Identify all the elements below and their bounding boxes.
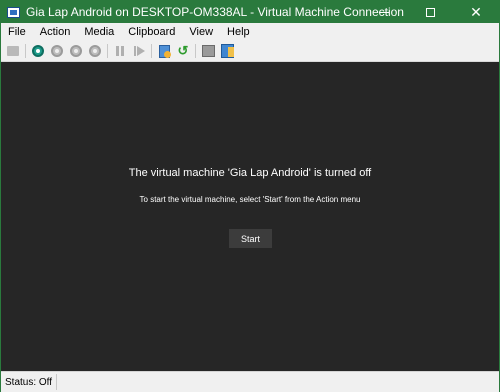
status-divider — [56, 374, 58, 390]
turn-off-button[interactable] — [49, 43, 65, 59]
close-icon: ✕ — [470, 3, 482, 20]
menu-media[interactable]: Media — [77, 23, 121, 41]
resume-button[interactable] — [131, 43, 147, 59]
checkpoint-button[interactable] — [156, 43, 172, 59]
menu-action[interactable]: Action — [33, 23, 78, 41]
status-bar: Status: Off — [1, 371, 499, 392]
pause-button[interactable] — [112, 43, 128, 59]
ctrl-alt-del-icon — [7, 46, 19, 56]
resume-icon — [136, 46, 145, 56]
resume-bar-shape — [134, 46, 136, 56]
turn-off-icon — [51, 45, 63, 57]
window-controls: ✕ — [361, 1, 499, 23]
menu-help[interactable]: Help — [220, 23, 257, 41]
vm-off-message: The virtual machine 'Gia Lap Android' is… — [128, 167, 372, 179]
enhanced-session-icon — [220, 44, 234, 58]
share-button[interactable] — [200, 43, 216, 59]
start-toolbar-button[interactable] — [30, 43, 46, 59]
title-bar[interactable]: Gia Lap Android on DESKTOP-OM338AL - Vir… — [1, 1, 499, 23]
minimize-icon — [379, 11, 389, 13]
start-icon — [32, 45, 44, 57]
save-icon — [89, 45, 101, 57]
shut-down-button[interactable] — [68, 43, 84, 59]
save-button[interactable] — [87, 43, 103, 59]
maximize-icon — [425, 7, 435, 17]
toolbar-separator — [107, 44, 108, 58]
toolbar-separator — [151, 44, 152, 58]
toolbar-separator — [195, 44, 196, 58]
vm-connection-window: Gia Lap Android on DESKTOP-OM338AL - Vir… — [0, 0, 500, 392]
menu-view[interactable]: View — [182, 23, 220, 41]
revert-button[interactable]: ↺ — [175, 43, 191, 59]
menu-bar: File Action Media Clipboard View Help — [1, 23, 499, 41]
checkpoint-icon — [158, 44, 171, 58]
ctrl-alt-del-button[interactable] — [5, 43, 21, 59]
close-button[interactable]: ✕ — [453, 1, 499, 23]
pause-icon — [116, 46, 124, 56]
revert-icon: ↺ — [177, 43, 189, 58]
maximize-button[interactable] — [407, 1, 453, 23]
menu-file[interactable]: File — [1, 23, 33, 41]
enhanced-session-button[interactable] — [219, 43, 235, 59]
minimize-button[interactable] — [361, 1, 407, 23]
start-button[interactable]: Start — [229, 229, 272, 248]
shut-down-icon — [70, 45, 82, 57]
toolbar: ↺ — [1, 41, 499, 62]
toolbar-separator — [25, 44, 26, 58]
menu-clipboard[interactable]: Clipboard — [121, 23, 182, 41]
share-icon — [201, 45, 215, 57]
window-title: Gia Lap Android on DESKTOP-OM338AL - Vir… — [26, 5, 404, 19]
status-text: Status: Off — [5, 376, 53, 388]
vm-start-instructions: To start the virtual machine, select 'St… — [139, 195, 361, 204]
vm-connection-app-icon — [7, 6, 20, 18]
vm-display-area[interactable]: The virtual machine 'Gia Lap Android' is… — [1, 62, 499, 371]
